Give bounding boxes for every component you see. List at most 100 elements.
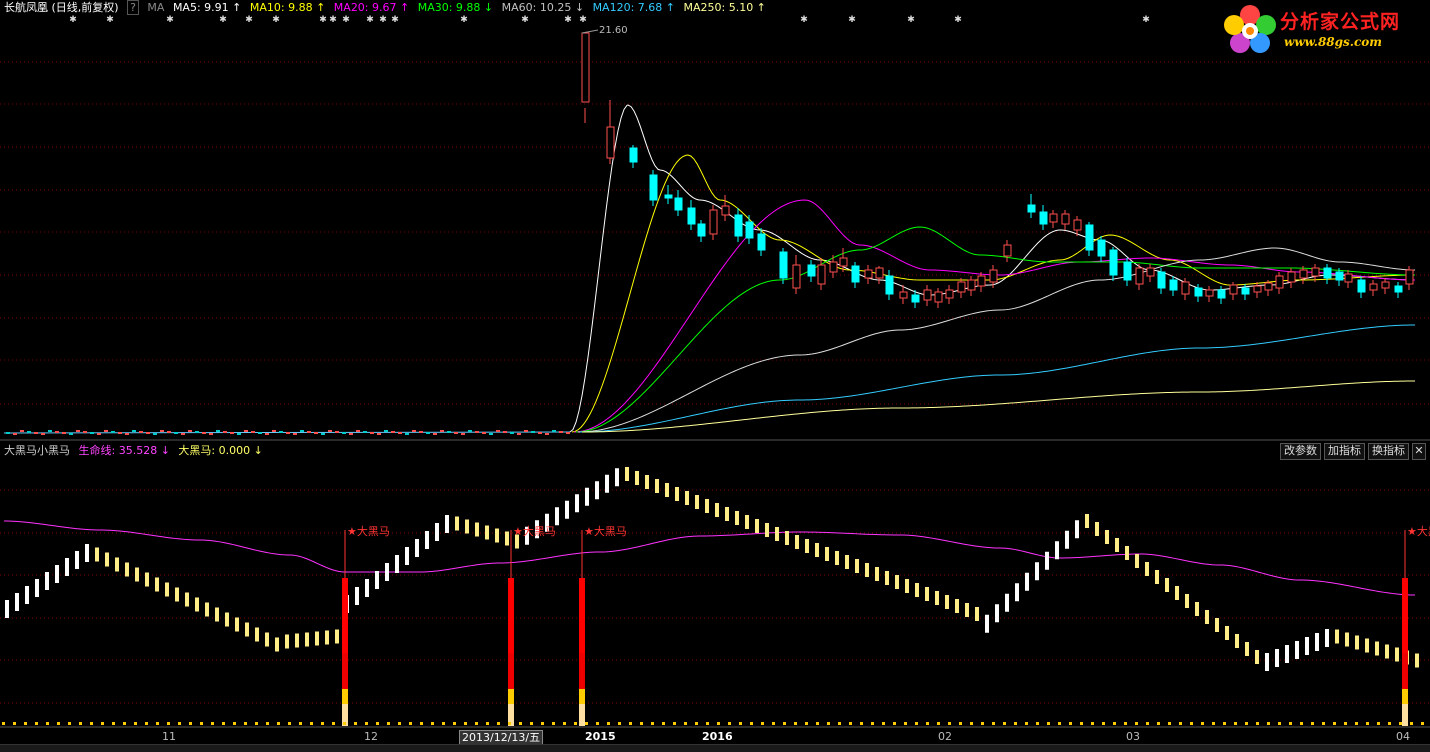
indicator-bar	[1125, 546, 1129, 560]
baseline-dot	[255, 722, 258, 725]
add-indicator-button[interactable]: 加指标	[1324, 443, 1365, 460]
ma60-value: MA60: 10.25 ↓	[501, 1, 585, 14]
baseline-dot	[1245, 722, 1248, 725]
baseline-dot	[189, 722, 192, 725]
edit-params-button[interactable]: 改参数	[1280, 443, 1321, 460]
candle	[356, 430, 360, 432]
baseline-dot	[123, 722, 126, 725]
candle-body	[945, 289, 954, 299]
baseline-dot	[695, 722, 698, 725]
chart-canvas[interactable]: ✱✱✱✱✱✱✱✱✱✱✱✱✱✱✱✱✱✱✱✱✱★大黑马★大黑马★大黑马★大黑马	[0, 0, 1430, 751]
baseline-dot	[277, 722, 280, 725]
indicator-bar	[205, 602, 209, 617]
indicator-bar	[465, 519, 469, 534]
indicator-bar	[125, 562, 129, 577]
logo-title: 分析家公式网	[1280, 11, 1401, 33]
baseline-dot	[926, 722, 929, 725]
candle-body	[1097, 239, 1106, 257]
candle	[153, 433, 157, 435]
candle	[510, 432, 514, 434]
baseline-dot	[321, 722, 324, 725]
baseline-dot	[233, 722, 236, 725]
candle	[13, 433, 17, 435]
candle	[223, 431, 227, 433]
indicator-bar	[245, 622, 249, 637]
indicator-bar	[1285, 645, 1289, 663]
candle	[447, 431, 451, 433]
ma20-value: MA20: 9.67 ↑	[333, 1, 410, 14]
xaxis-label-12: 12	[364, 730, 378, 743]
candle	[489, 433, 493, 435]
candle	[475, 431, 479, 433]
ma5-value: MA5: 9.91 ↑	[172, 1, 242, 14]
price-header: 长航凤凰 (日线,前复权) ? MA MA5: 9.91 ↑ MA10: 9.8…	[4, 0, 771, 16]
candle	[559, 431, 563, 433]
baseline-dot	[728, 722, 731, 725]
indicator-bar	[185, 592, 189, 607]
help-icon[interactable]: ?	[127, 0, 139, 15]
indicator-bar	[55, 565, 59, 583]
candle-body	[779, 251, 788, 279]
indicator-bar	[335, 629, 339, 644]
candle	[76, 430, 80, 432]
candle	[41, 433, 45, 435]
indicator-bar	[435, 523, 439, 541]
indicator-bar	[805, 539, 809, 553]
candle	[160, 430, 164, 432]
baseline-dot	[783, 722, 786, 725]
indicator-bar	[1335, 629, 1339, 644]
candle-body	[674, 197, 683, 211]
indicator-bar	[265, 632, 269, 647]
baseline-dot	[761, 722, 764, 725]
baseline-dot	[2, 722, 5, 725]
signal-bar-red	[1402, 578, 1408, 653]
indicator-bar	[1115, 538, 1119, 552]
baseline-dot	[1366, 722, 1369, 725]
candle	[167, 431, 171, 433]
indicator-bar	[1185, 594, 1189, 608]
indicator-bar	[1325, 629, 1329, 647]
signal-bar-red	[508, 653, 514, 689]
candle-body	[1217, 289, 1226, 299]
switch-indicator-button[interactable]: 换指标	[1368, 443, 1409, 460]
signal-label: ★大黑马	[513, 524, 556, 538]
baseline-dot	[475, 722, 478, 725]
close-icon[interactable]: ✕	[1412, 443, 1426, 460]
signal-bar-red	[579, 578, 585, 653]
baseline-dot	[442, 722, 445, 725]
baseline-dot	[574, 722, 577, 725]
candle-body	[923, 289, 932, 301]
baseline-dot	[1003, 722, 1006, 725]
candle	[125, 433, 129, 435]
indicator-bar	[385, 563, 389, 581]
indicator-bar	[845, 555, 849, 569]
baseline-dot	[1113, 722, 1116, 725]
candle-body	[1275, 275, 1284, 289]
candle-body	[1405, 269, 1414, 285]
baseline-dot	[563, 722, 566, 725]
candle	[55, 431, 59, 433]
baseline-dot	[211, 722, 214, 725]
marker-icon: ✱	[245, 15, 253, 25]
baseline-dot	[1322, 722, 1325, 725]
marker-icon: ✱	[907, 15, 915, 25]
candle-body	[745, 221, 754, 239]
indicator-bar	[925, 587, 929, 601]
candle	[440, 430, 444, 432]
indicator-bar	[195, 597, 199, 612]
baseline-dot	[420, 722, 423, 725]
candle	[34, 432, 38, 434]
baseline-dot	[1300, 722, 1303, 725]
baseline-dot	[101, 722, 104, 725]
candle-body	[687, 207, 696, 225]
xaxis-label-03: 03	[1126, 730, 1140, 743]
candle-body	[1073, 219, 1082, 231]
baseline-dot	[794, 722, 797, 725]
baseline-dot	[68, 722, 71, 725]
candle-body	[851, 265, 860, 283]
baseline-dot	[376, 722, 379, 725]
candle-body	[629, 147, 638, 163]
candle	[314, 432, 318, 434]
baseline-dot	[948, 722, 951, 725]
indicator-bar	[1075, 520, 1079, 539]
